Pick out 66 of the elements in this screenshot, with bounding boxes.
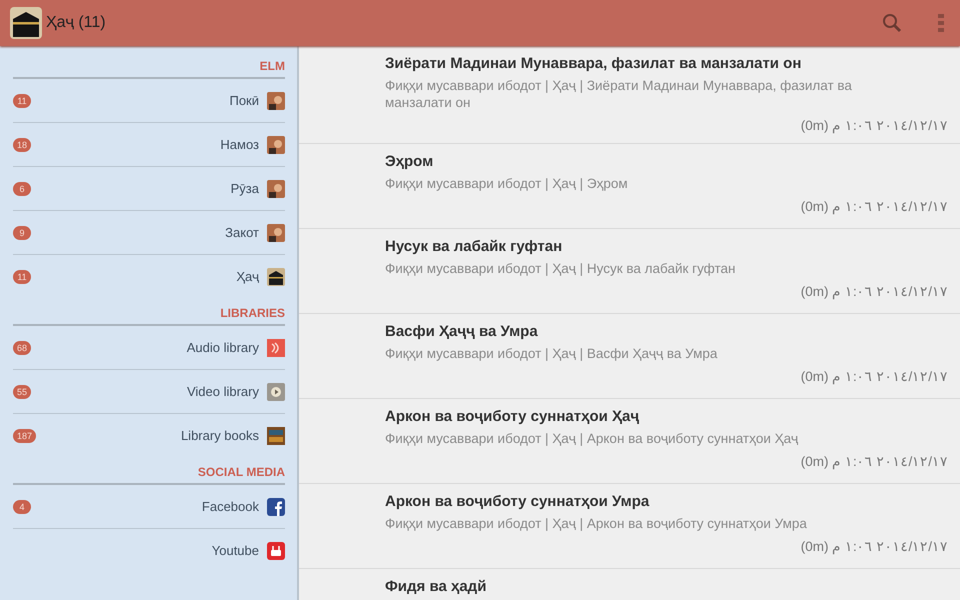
- item-label: Facebook: [202, 499, 259, 514]
- photo-icon: [267, 92, 285, 110]
- article-title: Нусук ва лабайк гуфтан: [385, 238, 564, 255]
- article-date: ٢٠١٤/١٢/١٧ ١:٠٦ م (0m): [800, 368, 948, 384]
- count-badge: 68: [13, 340, 32, 354]
- bookshelf-icon: [267, 426, 285, 444]
- article-path: Фиқҳи мусаввари ибодот | Ҳаҷ | Васфи Ҳаҷҷ ва Умра: [385, 345, 718, 362]
- search-icon: [882, 13, 902, 33]
- drawer-item[interactable]: 4 Facebook: [13, 485, 285, 529]
- article-path: Фиқҳи мусаввари ибодот | Ҳаҷ | Аркон ва воҷиботу суннатҳои Умра: [385, 515, 808, 532]
- article-row[interactable]: Фидя ва ҳадй: [299, 569, 960, 600]
- article-path: Фиқҳи мусаввари ибодот | Ҳаҷ | Нусук ва лабайк гуфтан: [385, 260, 736, 277]
- count-badge: 11: [13, 94, 31, 108]
- audio-icon: [267, 338, 285, 356]
- item-label: Закот: [225, 225, 259, 240]
- item-label: Library books: [180, 428, 259, 443]
- article-path: Фиқҳи мусаввари ибодот | Ҳаҷ | Эҳром: [385, 175, 629, 192]
- drawer-item[interactable]: Youtube: [13, 529, 285, 572]
- count-badge: 187: [13, 428, 36, 442]
- article-date: ٢٠١٤/١٢/١٧ ١:٠٦ م (0m): [800, 198, 948, 214]
- item-label: Youtube: [212, 543, 259, 558]
- drawer-item[interactable]: 187 Library books: [13, 414, 285, 457]
- article-date: ٢٠١٤/١٢/١٧ ١:٠٦ م (0m): [800, 453, 948, 469]
- article-path: Фиқҳи мусаввари ибодот | Ҳаҷ | Зиёрати Мадинаи Мунаввара, фазилат ва манзалати он: [385, 77, 853, 111]
- article-date: ٢٠١٤/١٢/١٧ ١:٠٦ م (0m): [800, 538, 948, 554]
- count-badge: 4: [13, 500, 31, 514]
- kaaba-icon: [267, 268, 285, 286]
- more-icon: [938, 13, 944, 33]
- article-title: Фидя ва ҳадй: [385, 578, 488, 595]
- item-label: Video library: [186, 384, 259, 399]
- article-path: Фиқҳи мусаввари ибодот | Ҳаҷ | Аркон ва воҷиботу суннатҳои Ҳаҷ: [385, 430, 800, 447]
- count-badge: 55: [13, 384, 32, 398]
- drawer-item[interactable]: 68 Audio library: [13, 326, 285, 370]
- article-date: ٢٠١٤/١٢/١٧ ١:٠٦ م (0m): [800, 117, 948, 133]
- kaaba-icon: [10, 7, 42, 39]
- drawer-item[interactable]: 11 Ҳаҷ: [13, 255, 285, 298]
- drawer-item[interactable]: 6 Рӯза: [13, 167, 285, 211]
- photo-icon: [267, 224, 285, 242]
- youtube-icon: [267, 542, 285, 560]
- item-label: Покӣ: [229, 93, 259, 108]
- app-title: Ҳаҷ (11): [46, 14, 107, 32]
- section-header: SOCIAL MEDIA: [198, 465, 285, 479]
- video-icon: [267, 382, 285, 400]
- item-label: Ҳаҷ: [236, 269, 259, 284]
- item-label: Рӯза: [230, 181, 259, 196]
- article-title: Эҳром: [385, 153, 434, 170]
- item-label: Audio library: [186, 340, 259, 355]
- count-badge: 11: [13, 270, 31, 284]
- drawer-item[interactable]: 11 Покӣ: [13, 79, 285, 123]
- count-badge: 6: [13, 182, 31, 196]
- article-title: Аркон ва воҷиботу суннатҳои Ҳаҷ: [385, 408, 640, 425]
- drawer-item[interactable]: 18 Намоз: [13, 123, 285, 167]
- facebook-icon: [267, 498, 285, 516]
- section-header: ELM: [260, 59, 285, 73]
- article-title: Аркон ва воҷиботу суннатҳои Умра: [385, 493, 650, 510]
- photo-icon: [267, 136, 285, 154]
- article-title: Зиёрати Мадинаи Мунаввара, фазилат ва манзалати он: [385, 55, 802, 72]
- drawer-item[interactable]: 55 Video library: [13, 370, 285, 414]
- article-title: Васфи Ҳаҷҷ ва Умра: [385, 323, 539, 340]
- item-label: Намоз: [220, 137, 259, 152]
- section-header: LIBRARIES: [220, 306, 285, 320]
- article-date: ٢٠١٤/١٢/١٧ ١:٠٦ م (0m): [800, 283, 948, 299]
- drawer-item[interactable]: 9 Закот: [13, 211, 285, 255]
- count-badge: 18: [13, 138, 32, 152]
- photo-icon: [267, 180, 285, 198]
- count-badge: 9: [13, 226, 31, 240]
